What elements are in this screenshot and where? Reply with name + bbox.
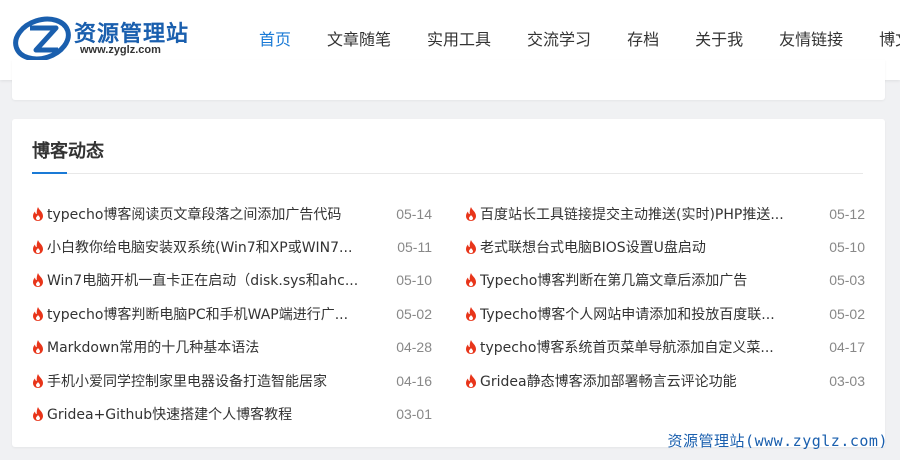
logo-z-icon — [13, 16, 71, 62]
fire-icon — [33, 206, 43, 221]
list-item[interactable]: 小白教你给电脑安装双系统(Win7和XP或WIN7... 05-11 — [32, 230, 432, 263]
posts-right-column: 百度站长工具链接提交主动推送(实时)PHP推送... 05-12 老式联想台式电脑B… — [465, 197, 865, 397]
fire-icon — [33, 407, 43, 422]
post-date: 05-12 — [829, 205, 865, 222]
post-title-link[interactable]: typecho博客判断电脑PC和手机WAP端进行广... — [47, 304, 367, 324]
post-title-link[interactable]: Markdown常用的十几种基本语法 — [47, 337, 367, 357]
list-item[interactable]: 老式联想台式电脑BIOS设置U盘启动 05-10 — [465, 230, 865, 263]
list-item[interactable]: Typecho博客个人网站申请添加和投放百度联... 05-02 — [465, 297, 865, 330]
logo-url: www.zyglz.com — [80, 44, 161, 56]
list-item[interactable]: 手机小爱同学控制家里电器设备打造智能居家 04-16 — [32, 364, 432, 397]
post-date: 05-02 — [396, 305, 432, 322]
list-item[interactable]: Typecho博客判断在第几篇文章后添加广告 05-03 — [465, 264, 865, 297]
post-date: 05-10 — [829, 239, 865, 256]
fire-icon — [466, 273, 476, 288]
fire-icon — [466, 206, 476, 221]
post-title-link[interactable]: 手机小爱同学控制家里电器设备打造智能居家 — [47, 371, 367, 391]
post-date: 05-11 — [397, 239, 432, 256]
fire-icon — [33, 240, 43, 255]
post-date: 04-28 — [396, 339, 432, 356]
post-date: 03-01 — [396, 406, 432, 423]
post-date: 04-16 — [396, 372, 432, 389]
fire-icon — [33, 373, 43, 388]
blog-updates-card: 博客动态 typecho博客阅读页文章段落之间添加广告代码 05-14 小白教你给电… — [12, 119, 885, 447]
fire-icon — [466, 306, 476, 321]
post-title-link[interactable]: 小白教你给电脑安装双系统(Win7和XP或WIN7... — [47, 237, 367, 257]
list-item[interactable]: typecho博客阅读页文章段落之间添加广告代码 05-14 — [32, 197, 432, 230]
post-title-link[interactable]: typecho博客阅读页文章段落之间添加广告代码 — [47, 204, 367, 224]
posts-left-column: typecho博客阅读页文章段落之间添加广告代码 05-14 小白教你给电脑安装双系… — [32, 197, 432, 431]
watermark: 资源管理站(www.zyglz.com) — [667, 432, 888, 450]
post-title-link[interactable]: Win7电脑开机一直卡正在启动（disk.sys和ahc... — [47, 270, 367, 290]
post-date: 05-03 — [829, 272, 865, 289]
section-title: 博客动态 — [32, 141, 104, 162]
list-item[interactable]: typecho博客系统首页菜单导航添加自定义菜... 04-17 — [465, 331, 865, 364]
post-title-link[interactable]: Gridea静态博客添加部署畅言云评论功能 — [480, 371, 800, 391]
post-date: 03-03 — [829, 372, 865, 389]
post-date: 04-17 — [829, 339, 865, 356]
fire-icon — [466, 240, 476, 255]
post-date: 05-02 — [829, 305, 865, 322]
fire-icon — [33, 306, 43, 321]
post-date: 05-10 — [396, 272, 432, 289]
list-item[interactable]: Win7电脑开机一直卡正在启动（disk.sys和ahc... 05-10 — [32, 264, 432, 297]
list-item[interactable]: Markdown常用的十几种基本语法 04-28 — [32, 331, 432, 364]
post-title-link[interactable]: 老式联想台式电脑BIOS设置U盘启动 — [480, 237, 800, 257]
post-title-link[interactable]: Typecho博客个人网站申请添加和投放百度联... — [480, 304, 800, 324]
post-title-link[interactable]: 百度站长工具链接提交主动推送(实时)PHP推送... — [480, 204, 800, 224]
section-title-accent — [32, 172, 67, 174]
list-item[interactable]: 百度站长工具链接提交主动推送(实时)PHP推送... 05-12 — [465, 197, 865, 230]
list-item[interactable]: Gridea静态博客添加部署畅言云评论功能 03-03 — [465, 364, 865, 397]
list-item[interactable]: typecho博客判断电脑PC和手机WAP端进行广... 05-02 — [32, 297, 432, 330]
post-date: 05-14 — [396, 205, 432, 222]
fire-icon — [466, 340, 476, 355]
fire-icon — [33, 340, 43, 355]
list-item[interactable]: Gridea+Github快速搭建个人博客教程 03-01 — [32, 397, 432, 430]
fire-icon — [466, 373, 476, 388]
fire-icon — [33, 273, 43, 288]
post-title-link[interactable]: Gridea+Github快速搭建个人博客教程 — [47, 404, 367, 424]
post-title-link[interactable]: typecho博客系统首页菜单导航添加自定义菜... — [480, 337, 800, 357]
previous-card — [12, 60, 885, 100]
section-divider — [32, 173, 863, 174]
post-title-link[interactable]: Typecho博客判断在第几篇文章后添加广告 — [480, 270, 800, 290]
